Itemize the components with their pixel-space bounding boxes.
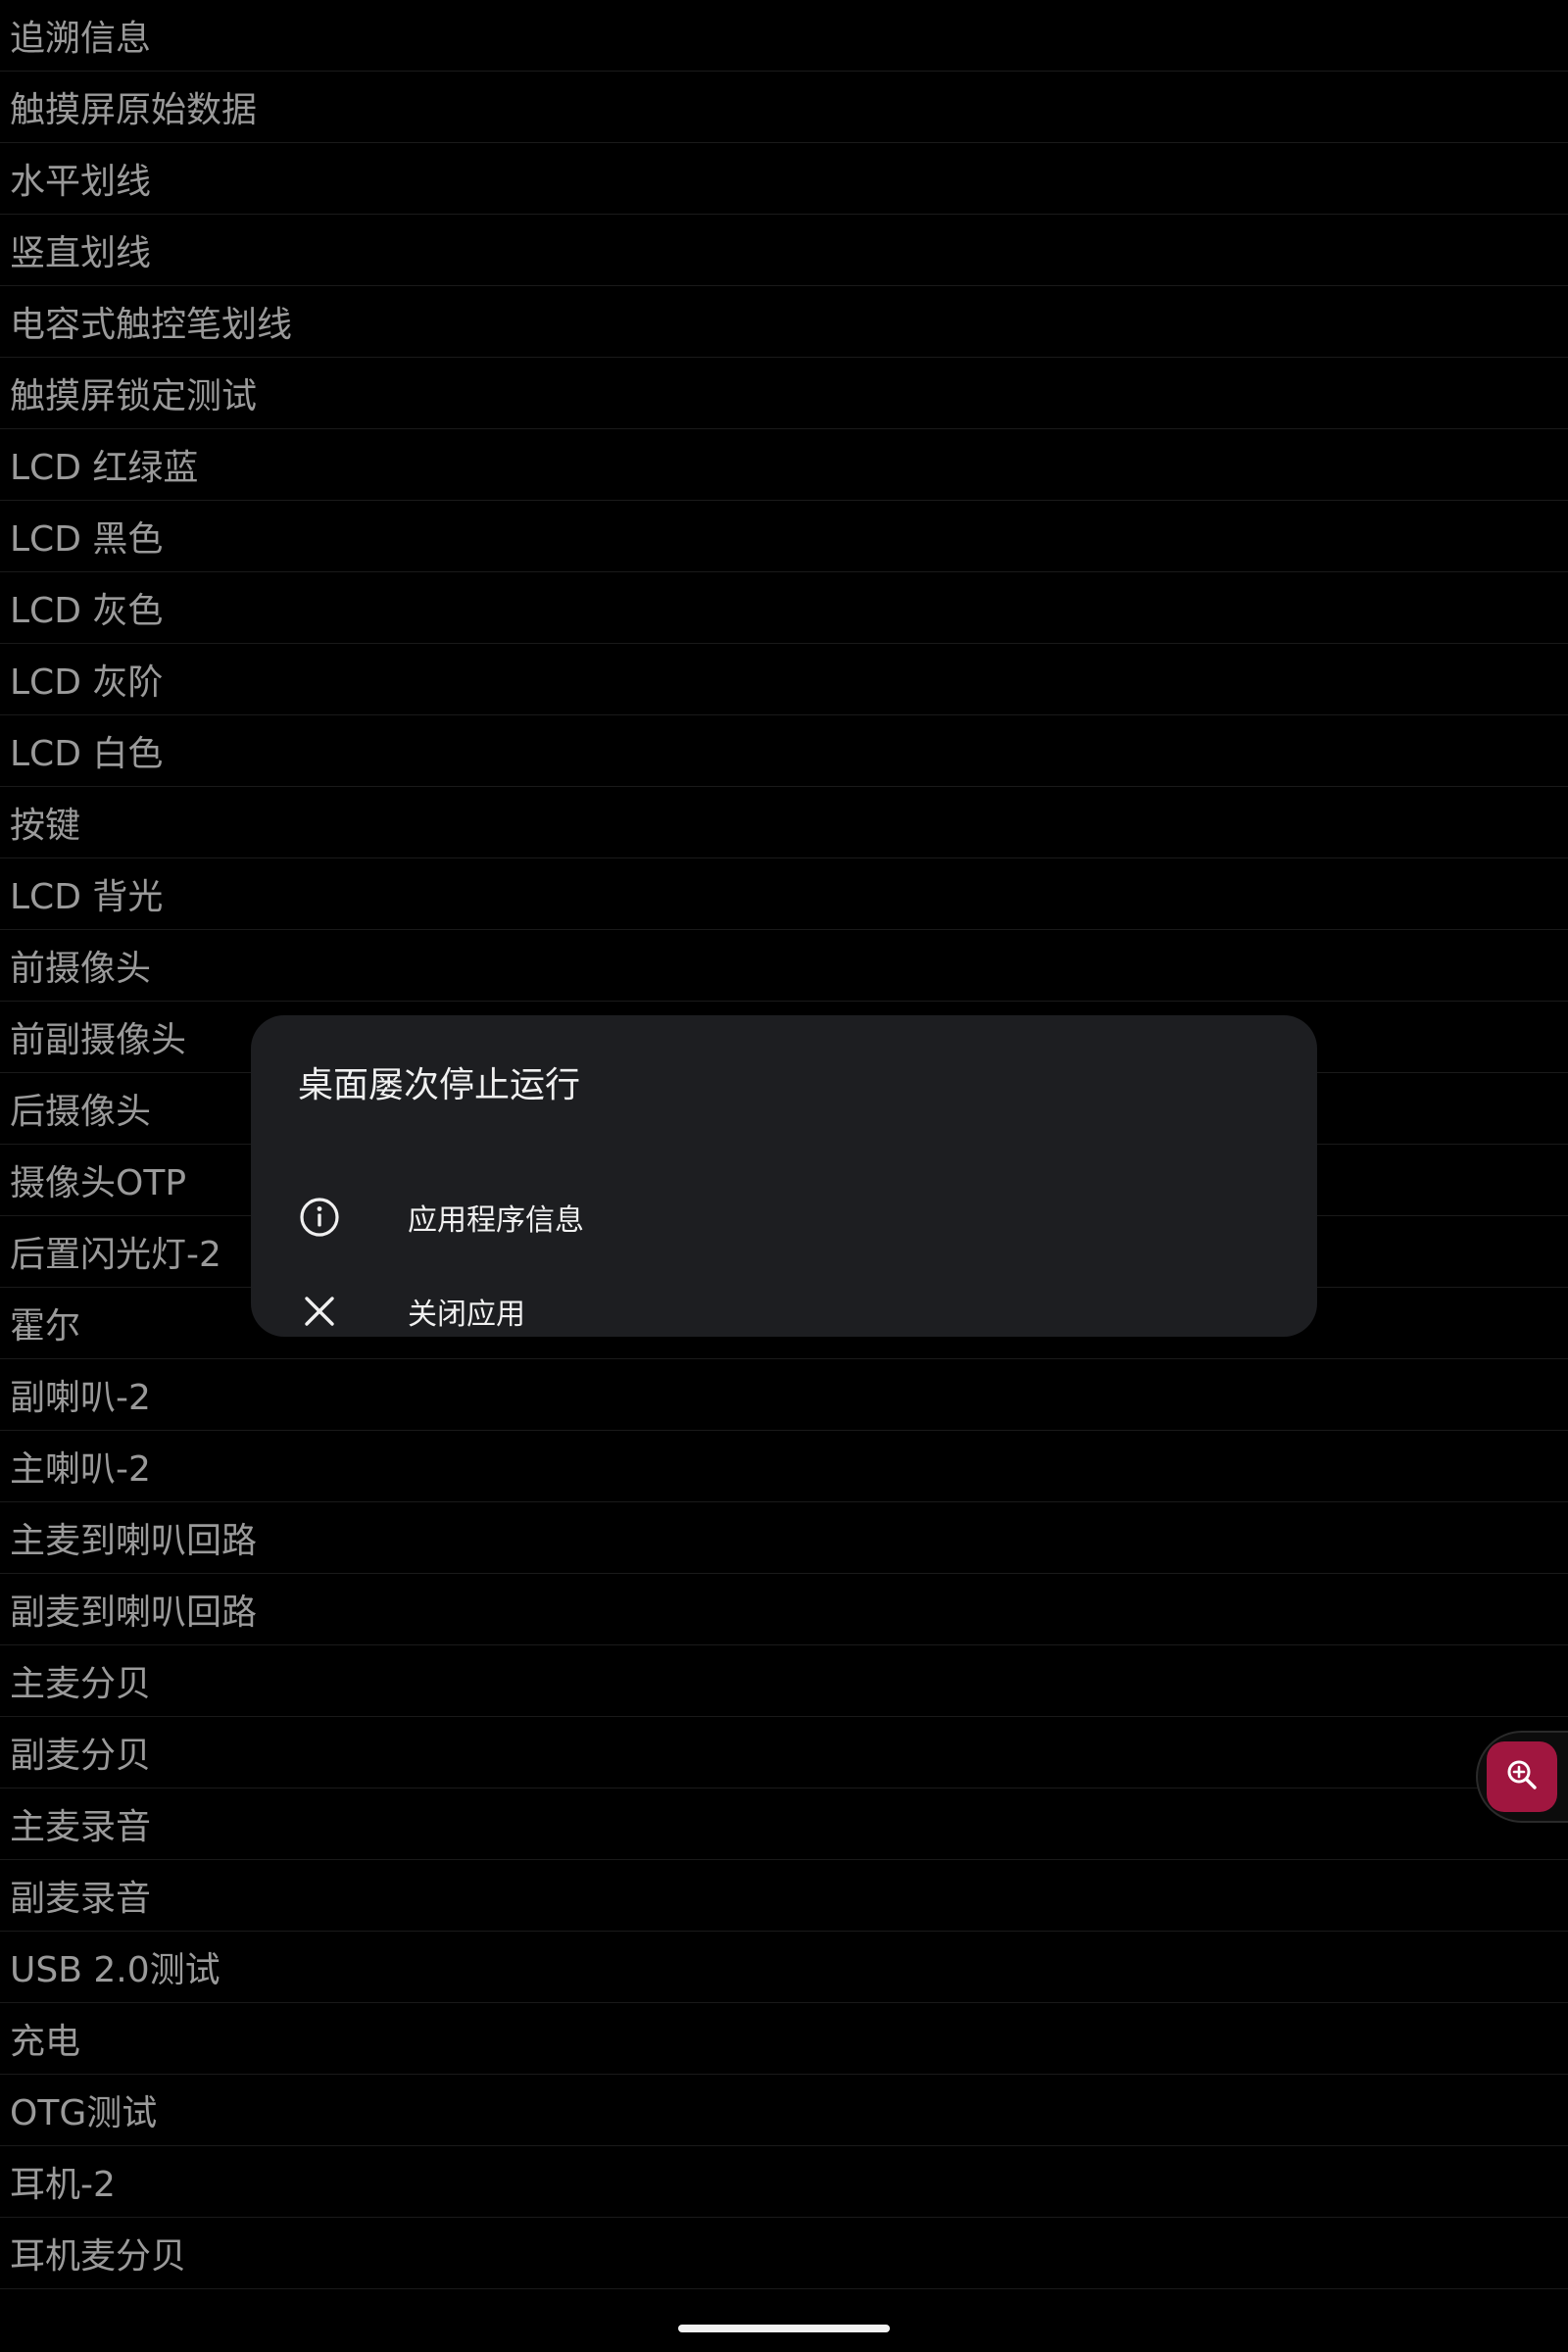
dialog-title: 桌面屡次停止运行 [298,1065,581,1105]
zoom-in-icon [1504,1757,1540,1796]
zoom-button[interactable] [1487,1741,1557,1812]
info-circle-icon [298,1196,341,1239]
close-app-label: 关闭应用 [408,1298,525,1332]
close-x-icon [298,1290,341,1333]
app-info-option[interactable]: 应用程序信息 [251,1172,1317,1262]
crash-dialog: 桌面屡次停止运行 应用程序信息 关闭应用 [251,1015,1317,1337]
screen: 追溯信息 触摸屏原始数据 水平划线 竖直划线 电容式触控笔划线 触摸屏锁定测试 LCD 红绿… [0,0,1568,2352]
gesture-nav-handle[interactable] [678,2325,890,2332]
app-info-label: 应用程序信息 [408,1203,584,1238]
close-app-option[interactable]: 关闭应用 [251,1266,1317,1356]
